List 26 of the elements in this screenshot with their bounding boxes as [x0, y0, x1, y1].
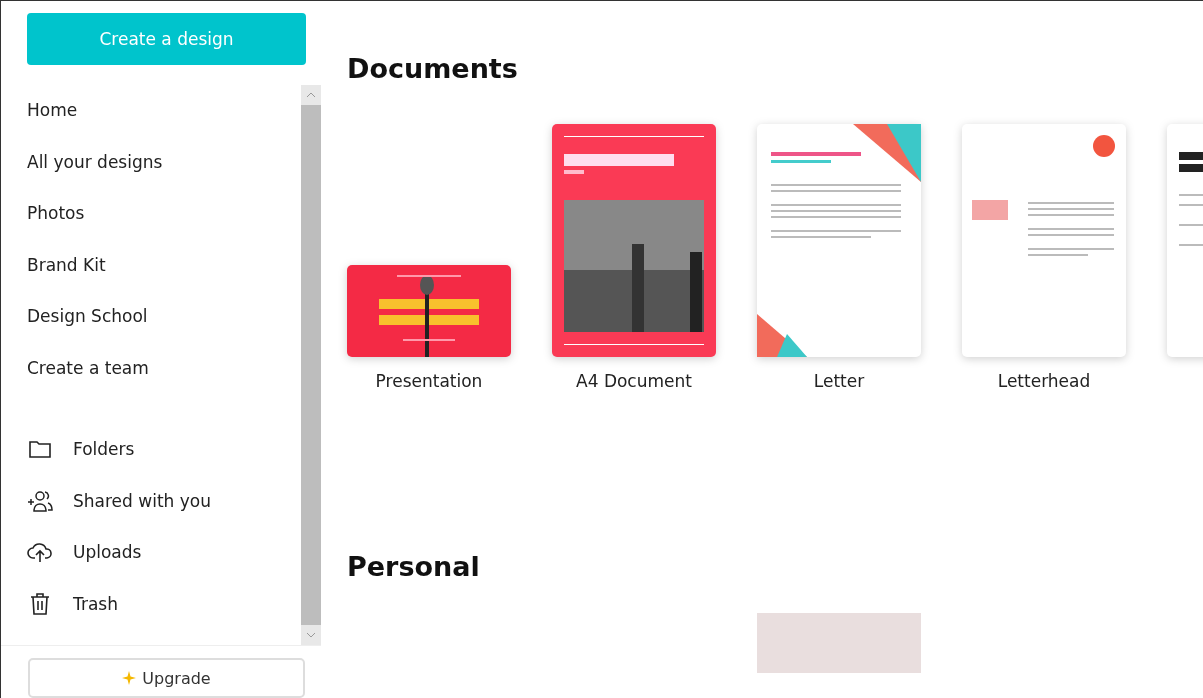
letter-thumbnail[interactable] — [757, 124, 921, 357]
nav-item[interactable]: All your designs — [27, 136, 301, 188]
library-item[interactable]: Shared with you — [27, 475, 301, 527]
nav-item[interactable]: Brand Kit — [27, 239, 301, 291]
library-item[interactable]: Folders — [27, 423, 301, 476]
folder-icon — [27, 439, 53, 460]
people-add-icon — [27, 488, 53, 513]
template-label[interactable]: Letterhead — [997, 371, 1091, 391]
library-item[interactable]: Uploads — [27, 526, 301, 579]
upgrade-button[interactable]: Upgrade — [28, 658, 305, 698]
nav-item[interactable]: Design School — [27, 290, 301, 343]
section-heading: Personal — [347, 551, 481, 584]
nav-item[interactable]: Home — [27, 84, 301, 137]
template-label[interactable]: Presentation — [375, 371, 483, 391]
nav-item[interactable]: Photos — [27, 187, 301, 240]
library-item[interactable]: Trash — [27, 578, 301, 630]
cloud-upload-icon — [27, 541, 53, 564]
template-label[interactable]: Letter — [813, 371, 865, 391]
photo-placeholder[interactable] — [757, 613, 921, 673]
presentation-thumbnail[interactable] — [347, 265, 511, 357]
report-thumbnail[interactable] — [552, 124, 716, 357]
nav-item[interactable]: Create a team — [27, 342, 301, 394]
section-heading: Documents — [347, 53, 519, 86]
template-label[interactable]: A4 Document — [576, 371, 692, 391]
sparkle-icon — [122, 671, 137, 685]
scrollbar[interactable] — [301, 84, 321, 645]
